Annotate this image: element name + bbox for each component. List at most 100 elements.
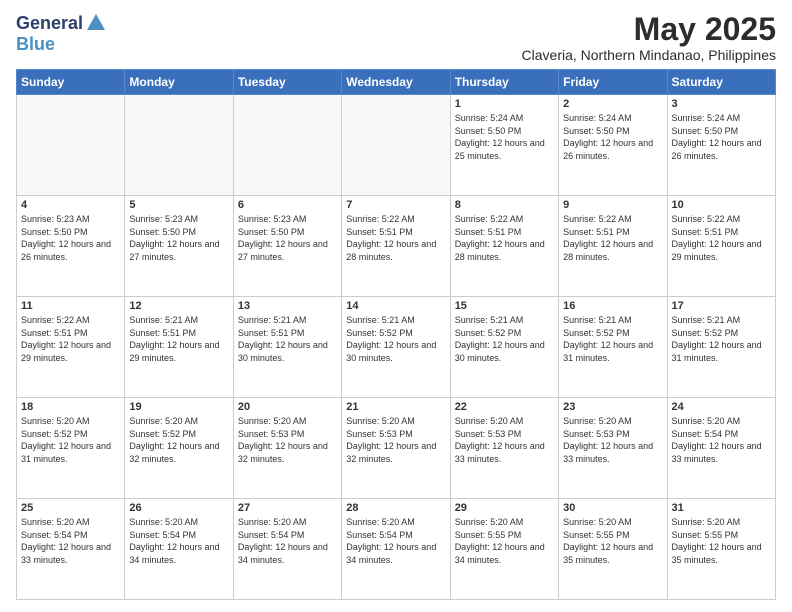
logo-blue-text: Blue bbox=[16, 34, 55, 55]
calendar-cell: 9 Sunrise: 5:22 AMSunset: 5:51 PMDaylight… bbox=[559, 196, 667, 297]
day-number: 10 bbox=[672, 199, 771, 211]
calendar-row-1: 1 Sunrise: 5:24 AMSunset: 5:50 PMDaylight… bbox=[17, 95, 776, 196]
day-number: 4 bbox=[21, 199, 120, 211]
day-number: 19 bbox=[129, 401, 228, 413]
logo: General Blue bbox=[16, 12, 107, 55]
calendar-cell: 8Sunrise: 5:22 AMSunset: 5:51 PMDaylight… bbox=[450, 196, 558, 297]
day-number: 21 bbox=[346, 401, 445, 413]
calendar-row-5: 25 Sunrise: 5:20 AMSunset: 5:54 PMDayligh… bbox=[17, 499, 776, 600]
calendar-cell: 22Sunrise: 5:20 AMSunset: 5:53 PMDayligh… bbox=[450, 398, 558, 499]
calendar-cell: 31Sunrise: 5:20 AMSunset: 5:55 PMDayligh… bbox=[667, 499, 775, 600]
calendar-cell: 24 Sunrise: 5:20 AMSunset: 5:54 PMDayligh… bbox=[667, 398, 775, 499]
day-info: Sunrise: 5:21 AMSunset: 5:52 PMDaylight:… bbox=[346, 314, 445, 364]
calendar-cell: 29Sunrise: 5:20 AMSunset: 5:55 PMDayligh… bbox=[450, 499, 558, 600]
day-info: Sunrise: 5:24 AMSunset: 5:50 PMDaylight:… bbox=[563, 112, 662, 162]
day-info: Sunrise: 5:20 AMSunset: 5:52 PMDaylight:… bbox=[21, 415, 120, 465]
calendar-cell: 11 Sunrise: 5:22 AMSunset: 5:51 PMDayligh… bbox=[17, 297, 125, 398]
day-info: Sunrise: 5:21 AMSunset: 5:51 PMDaylight:… bbox=[129, 314, 228, 364]
col-tuesday: Tuesday bbox=[233, 70, 341, 95]
day-number: 11 bbox=[21, 300, 120, 312]
day-number: 6 bbox=[238, 199, 337, 211]
calendar-cell: 6 Sunrise: 5:23 AMSunset: 5:50 PMDaylight… bbox=[233, 196, 341, 297]
calendar-cell: 14 Sunrise: 5:21 AMSunset: 5:52 PMDayligh… bbox=[342, 297, 450, 398]
col-thursday: Thursday bbox=[450, 70, 558, 95]
logo-general-text: General bbox=[16, 13, 83, 34]
day-info: Sunrise: 5:20 AMSunset: 5:53 PMDaylight:… bbox=[563, 415, 662, 465]
calendar-cell: 15Sunrise: 5:21 AMSunset: 5:52 PMDayligh… bbox=[450, 297, 558, 398]
calendar-cell: 19 Sunrise: 5:20 AMSunset: 5:52 PMDayligh… bbox=[125, 398, 233, 499]
calendar-cell: 20Sunrise: 5:20 AMSunset: 5:53 PMDayligh… bbox=[233, 398, 341, 499]
location-subtitle: Claveria, Northern Mindanao, Philippines bbox=[522, 47, 776, 63]
month-title: May 2025 bbox=[522, 12, 776, 47]
day-number: 17 bbox=[672, 300, 771, 312]
day-number: 12 bbox=[129, 300, 228, 312]
day-number: 30 bbox=[563, 502, 662, 514]
day-number: 13 bbox=[238, 300, 337, 312]
calendar-cell: 30 Sunrise: 5:20 AMSunset: 5:55 PMDayligh… bbox=[559, 499, 667, 600]
calendar-cell bbox=[125, 95, 233, 196]
calendar-header-row: Sunday Monday Tuesday Wednesday Thursday… bbox=[17, 70, 776, 95]
day-info: Sunrise: 5:20 AMSunset: 5:55 PMDaylight:… bbox=[672, 516, 771, 566]
calendar-cell: 23 Sunrise: 5:20 AMSunset: 5:53 PMDayligh… bbox=[559, 398, 667, 499]
day-info: Sunrise: 5:21 AMSunset: 5:52 PMDaylight:… bbox=[455, 314, 554, 364]
day-number: 25 bbox=[21, 502, 120, 514]
day-info: Sunrise: 5:22 AMSunset: 5:51 PMDaylight:… bbox=[21, 314, 120, 364]
calendar-cell: 27Sunrise: 5:20 AMSunset: 5:54 PMDayligh… bbox=[233, 499, 341, 600]
day-number: 8 bbox=[455, 199, 554, 211]
day-info: Sunrise: 5:23 AMSunset: 5:50 PMDaylight:… bbox=[21, 213, 120, 263]
day-number: 14 bbox=[346, 300, 445, 312]
col-saturday: Saturday bbox=[667, 70, 775, 95]
calendar-cell bbox=[342, 95, 450, 196]
day-info: Sunrise: 5:21 AMSunset: 5:52 PMDaylight:… bbox=[672, 314, 771, 364]
calendar-cell: 2 Sunrise: 5:24 AMSunset: 5:50 PMDaylight… bbox=[559, 95, 667, 196]
day-number: 9 bbox=[563, 199, 662, 211]
day-number: 3 bbox=[672, 98, 771, 110]
day-info: Sunrise: 5:22 AMSunset: 5:51 PMDaylight:… bbox=[346, 213, 445, 263]
day-info: Sunrise: 5:24 AMSunset: 5:50 PMDaylight:… bbox=[455, 112, 554, 162]
day-number: 23 bbox=[563, 401, 662, 413]
day-info: Sunrise: 5:20 AMSunset: 5:54 PMDaylight:… bbox=[129, 516, 228, 566]
day-info: Sunrise: 5:23 AMSunset: 5:50 PMDaylight:… bbox=[238, 213, 337, 263]
day-number: 7 bbox=[346, 199, 445, 211]
day-info: Sunrise: 5:20 AMSunset: 5:55 PMDaylight:… bbox=[563, 516, 662, 566]
day-info: Sunrise: 5:22 AMSunset: 5:51 PMDaylight:… bbox=[563, 213, 662, 263]
day-number: 2 bbox=[563, 98, 662, 110]
day-number: 18 bbox=[21, 401, 120, 413]
calendar-table: Sunday Monday Tuesday Wednesday Thursday… bbox=[16, 69, 776, 600]
calendar-cell bbox=[17, 95, 125, 196]
calendar-cell: 28 Sunrise: 5:20 AMSunset: 5:54 PMDayligh… bbox=[342, 499, 450, 600]
calendar-row-4: 18 Sunrise: 5:20 AMSunset: 5:52 PMDayligh… bbox=[17, 398, 776, 499]
day-info: Sunrise: 5:20 AMSunset: 5:53 PMDaylight:… bbox=[346, 415, 445, 465]
calendar-cell: 26Sunrise: 5:20 AMSunset: 5:54 PMDayligh… bbox=[125, 499, 233, 600]
day-number: 1 bbox=[455, 98, 554, 110]
day-info: Sunrise: 5:21 AMSunset: 5:52 PMDaylight:… bbox=[563, 314, 662, 364]
calendar-cell bbox=[233, 95, 341, 196]
calendar-cell: 17 Sunrise: 5:21 AMSunset: 5:52 PMDayligh… bbox=[667, 297, 775, 398]
logo-icon bbox=[85, 12, 107, 34]
day-info: Sunrise: 5:21 AMSunset: 5:51 PMDaylight:… bbox=[238, 314, 337, 364]
day-number: 5 bbox=[129, 199, 228, 211]
calendar-cell: 18 Sunrise: 5:20 AMSunset: 5:52 PMDayligh… bbox=[17, 398, 125, 499]
day-number: 24 bbox=[672, 401, 771, 413]
col-wednesday: Wednesday bbox=[342, 70, 450, 95]
day-info: Sunrise: 5:20 AMSunset: 5:54 PMDaylight:… bbox=[672, 415, 771, 465]
day-number: 28 bbox=[346, 502, 445, 514]
calendar-cell: 16Sunrise: 5:21 AMSunset: 5:52 PMDayligh… bbox=[559, 297, 667, 398]
day-number: 27 bbox=[238, 502, 337, 514]
calendar-cell: 12 Sunrise: 5:21 AMSunset: 5:51 PMDayligh… bbox=[125, 297, 233, 398]
calendar-cell: 13 Sunrise: 5:21 AMSunset: 5:51 PMDayligh… bbox=[233, 297, 341, 398]
calendar-cell: 4 Sunrise: 5:23 AMSunset: 5:50 PMDaylight… bbox=[17, 196, 125, 297]
day-info: Sunrise: 5:20 AMSunset: 5:52 PMDaylight:… bbox=[129, 415, 228, 465]
day-info: Sunrise: 5:24 AMSunset: 5:50 PMDaylight:… bbox=[672, 112, 771, 162]
calendar-row-2: 4 Sunrise: 5:23 AMSunset: 5:50 PMDaylight… bbox=[17, 196, 776, 297]
calendar-cell: 10 Sunrise: 5:22 AMSunset: 5:51 PMDayligh… bbox=[667, 196, 775, 297]
day-info: Sunrise: 5:20 AMSunset: 5:54 PMDaylight:… bbox=[346, 516, 445, 566]
title-block: May 2025 Claveria, Northern Mindanao, Ph… bbox=[522, 12, 776, 63]
calendar-cell: 21 Sunrise: 5:20 AMSunset: 5:53 PMDayligh… bbox=[342, 398, 450, 499]
day-info: Sunrise: 5:23 AMSunset: 5:50 PMDaylight:… bbox=[129, 213, 228, 263]
calendar-cell: 5 Sunrise: 5:23 AMSunset: 5:50 PMDaylight… bbox=[125, 196, 233, 297]
day-number: 20 bbox=[238, 401, 337, 413]
day-info: Sunrise: 5:20 AMSunset: 5:53 PMDaylight:… bbox=[455, 415, 554, 465]
day-info: Sunrise: 5:22 AMSunset: 5:51 PMDaylight:… bbox=[672, 213, 771, 263]
calendar-cell: 1 Sunrise: 5:24 AMSunset: 5:50 PMDaylight… bbox=[450, 95, 558, 196]
